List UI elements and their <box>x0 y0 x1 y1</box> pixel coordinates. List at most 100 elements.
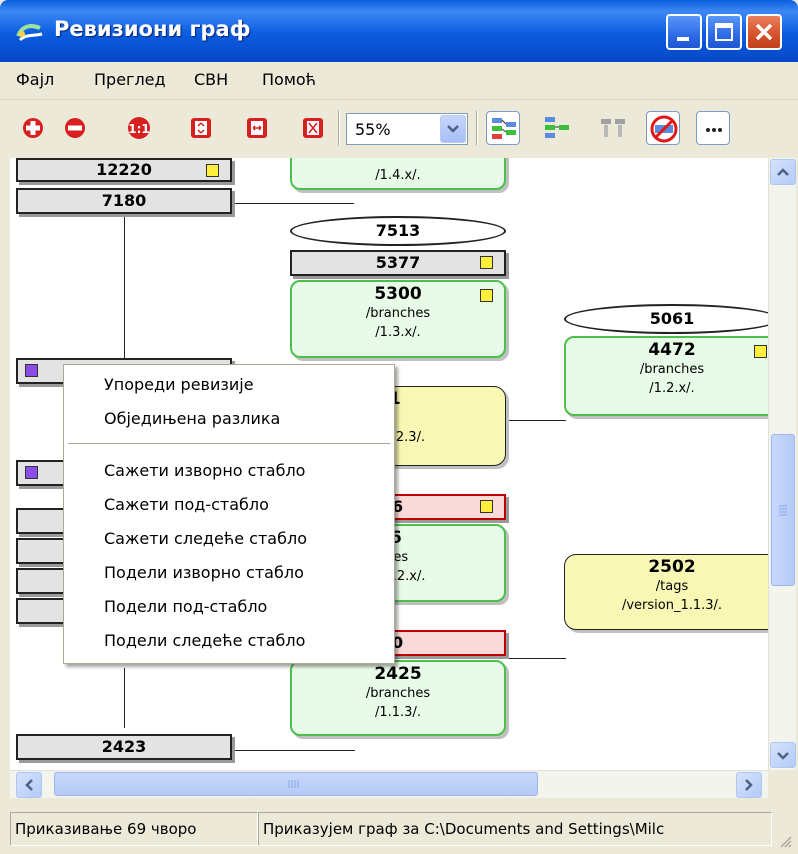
branch-node[interactable]: /1.4.x/. <box>290 158 506 190</box>
status-path: Приказујем граф за C:\Documents and Sett… <box>258 812 772 846</box>
tag-ellipse-node[interactable]: 7513 <box>290 216 506 246</box>
filter-icon <box>650 115 678 143</box>
revision-number: 2502 <box>648 557 696 577</box>
branch-path: /branches <box>365 306 431 321</box>
maximize-button[interactable] <box>706 14 742 50</box>
toolbar-separator <box>476 111 478 145</box>
fit-window-button[interactable] <box>296 111 330 145</box>
fit-window-icon <box>303 118 323 138</box>
filter-button[interactable] <box>646 111 680 145</box>
menu-item-collapse-subtree[interactable]: Сажети под-стабло <box>104 495 269 514</box>
revision-node[interactable]: 12220 <box>16 158 232 182</box>
horizontal-scrollbar[interactable] <box>10 770 768 798</box>
scroll-down-button[interactable] <box>770 742 796 768</box>
vertical-scrollbar[interactable] <box>768 158 796 770</box>
zoom-dropdown-button[interactable] <box>440 115 466 143</box>
tag-path: /tags <box>655 579 689 594</box>
status-bar: Приказивање 69 чворо Приказујем граф за … <box>0 800 798 854</box>
menu-item-collapse-next-tree[interactable]: Сажети следеће стабло <box>104 529 307 548</box>
group-icon <box>601 119 625 137</box>
chevron-left-icon <box>25 779 33 791</box>
marker-icon <box>480 289 493 302</box>
toolbar-separator <box>338 111 340 145</box>
window-title: Ревизиони граф <box>54 17 251 41</box>
minimize-button[interactable] <box>666 14 702 50</box>
branch-path: /1.1.3/. <box>375 705 421 720</box>
menu-item-compare-revisions[interactable]: Упореди ревизије <box>104 375 254 394</box>
graph-edge <box>124 216 125 366</box>
zoom-in-button[interactable] <box>16 111 50 145</box>
revision-number: 7180 <box>101 191 147 210</box>
menu-bar: Фајл Преглед СВН Помоћ <box>0 62 798 100</box>
branch-layout-button[interactable] <box>486 111 520 145</box>
marker-icon <box>25 364 38 377</box>
menu-item-split-source-tree[interactable]: Подели изворно стабло <box>104 563 304 582</box>
revision-number: 2423 <box>101 737 147 756</box>
zoom-1to1-icon: 1:1 <box>128 117 150 139</box>
svg-text:1:1: 1:1 <box>128 122 150 136</box>
menu-item-split-next-tree[interactable]: Подели следеће стабло <box>104 631 305 650</box>
tree-layout-icon <box>545 117 569 138</box>
fit-width-icon <box>247 118 267 138</box>
tag-ellipse-node[interactable]: 5061 <box>564 304 768 334</box>
branch-path: /1.2.x/. <box>649 381 695 396</box>
close-button[interactable] <box>746 14 782 50</box>
horizontal-scroll-thumb[interactable] <box>54 772 538 796</box>
scroll-left-button[interactable] <box>16 772 42 798</box>
grip-icon <box>288 780 299 788</box>
scroll-right-button[interactable] <box>736 772 762 798</box>
chevron-right-icon <box>745 779 753 791</box>
menu-separator <box>68 443 390 444</box>
menu-svn[interactable]: СВН <box>194 70 228 89</box>
menu-item-collapse-source-tree[interactable]: Сажети изворно стабло <box>104 461 305 480</box>
menu-file[interactable]: Фајл <box>16 70 54 89</box>
marker-icon <box>480 256 493 269</box>
menu-item-unified-diff[interactable]: Обједињена разлика <box>104 409 280 428</box>
zoom-out-button[interactable] <box>58 111 92 145</box>
group-button[interactable] <box>596 111 630 145</box>
title-bar: Ревизиони граф <box>0 0 798 62</box>
scrollbar-corner <box>768 770 798 798</box>
resize-grip-icon[interactable] <box>778 834 792 848</box>
revision-number: 5300 <box>374 284 422 304</box>
marker-icon <box>25 466 38 479</box>
more-button[interactable] <box>696 111 730 145</box>
revision-number: 5377 <box>375 253 421 272</box>
chevron-up-icon <box>777 168 789 176</box>
revision-number: 12220 <box>96 160 152 179</box>
menu-view[interactable]: Преглед <box>94 70 166 89</box>
context-menu: Упореди ревизије Обједињена разлика Саже… <box>63 364 395 664</box>
zoom-select[interactable]: 55% <box>346 113 468 145</box>
chevron-down-icon <box>777 752 789 760</box>
menu-item-split-subtree[interactable]: Подели под-стабло <box>104 597 267 616</box>
grip-icon <box>779 505 787 516</box>
revision-node[interactable]: 5377 <box>290 250 506 276</box>
fit-height-icon <box>191 118 211 138</box>
fit-width-button[interactable] <box>240 111 274 145</box>
revision-node[interactable]: 2423 <box>16 734 232 760</box>
tree-layout-button[interactable] <box>540 111 574 145</box>
revision-node[interactable]: 7180 <box>16 188 232 214</box>
branch-node[interactable]: 4472 /branches /1.2.x/. <box>564 336 768 416</box>
branch-node[interactable]: 2425 /branches /1.1.3/. <box>290 660 506 736</box>
vertical-scroll-thumb[interactable] <box>771 434 795 586</box>
branch-path: /1.3.x/. <box>375 325 421 340</box>
tag-node[interactable]: 2502 /tags /version_1.1.3/. <box>564 554 768 630</box>
branch-node[interactable]: 5300 /branches /1.3.x/. <box>290 280 506 358</box>
zoom-1to1-button[interactable]: 1:1 <box>122 111 156 145</box>
menu-help[interactable]: Помоћ <box>262 70 316 89</box>
branch-path: /1.4.x/. <box>375 168 421 183</box>
chevron-down-icon <box>447 125 459 133</box>
minimize-icon <box>677 37 689 41</box>
graph-edge <box>235 750 355 751</box>
zoom-out-icon <box>65 118 85 138</box>
status-node-count: Приказивање 69 чворо <box>10 812 258 846</box>
revision-number: 4472 <box>648 340 696 360</box>
revision-number: 7513 <box>375 221 421 240</box>
scroll-up-button[interactable] <box>770 159 796 185</box>
fit-height-button[interactable] <box>184 111 218 145</box>
branch-layout-icon <box>492 118 516 139</box>
revision-number: 5061 <box>649 309 695 328</box>
zoom-value: 55% <box>355 120 391 139</box>
revision-number: 2425 <box>374 664 422 684</box>
